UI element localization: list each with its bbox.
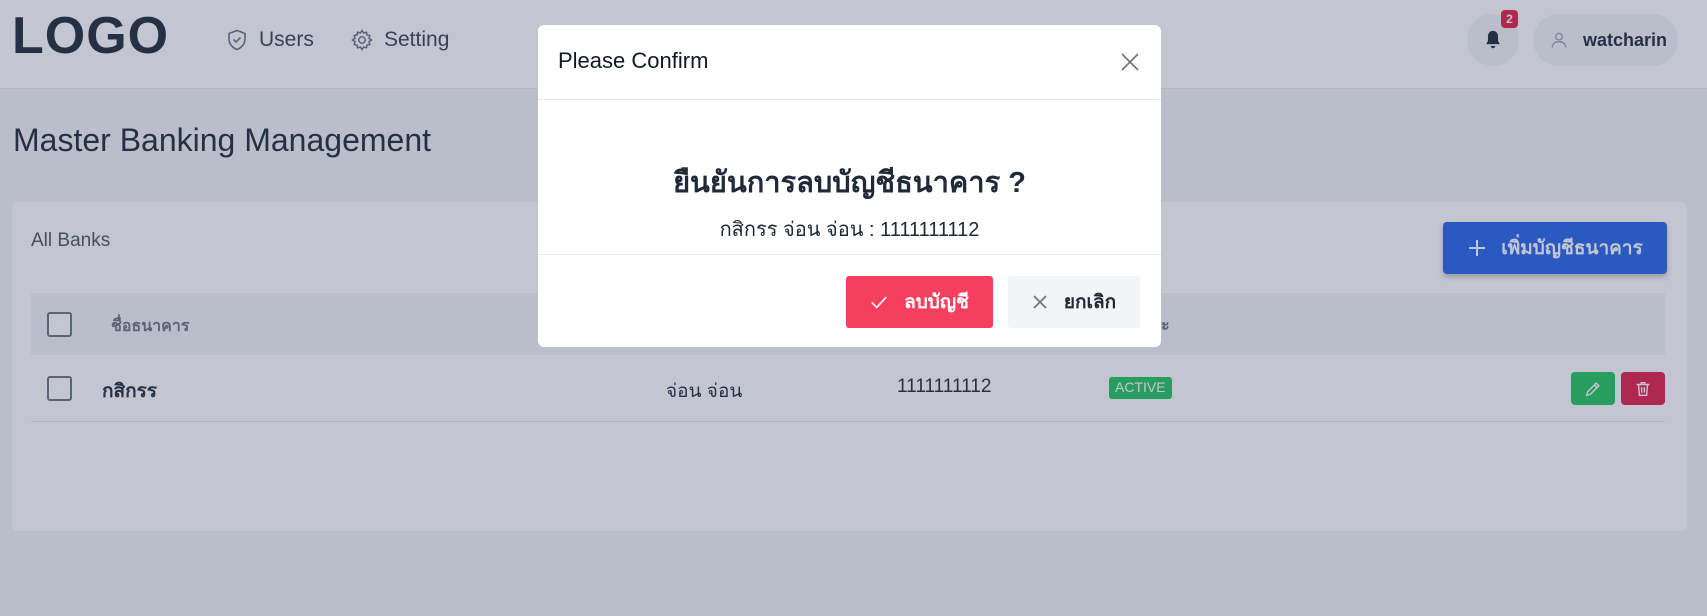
dialog-footer: ลบบัญชี ยกเลิก — [538, 254, 1161, 347]
dialog-detail: กสิกรร จ่อน จ่อน : 1111111112 — [719, 219, 980, 241]
confirm-dialog: Please Confirm ยืนยันการลบบัญชีธนาคาร ? … — [538, 25, 1161, 347]
cancel-button[interactable]: ยกเลิก — [1008, 276, 1140, 328]
dialog-title: Please Confirm — [558, 48, 709, 73]
dialog-body: ยืนยันการลบบัญชีธนาคาร ? กสิกรร จ่อน จ่อ… — [538, 101, 1161, 255]
dialog-header: Please Confirm — [538, 25, 1161, 100]
cancel-label: ยกเลิก — [1063, 292, 1117, 313]
check-icon — [871, 296, 887, 309]
confirm-delete-button[interactable]: ลบบัญชี — [846, 276, 993, 328]
close-icon[interactable] — [1118, 50, 1142, 74]
confirm-delete-label: ลบบัญชี — [904, 292, 969, 313]
dialog-question: ยืนยันการลบบัญชีธนาคาร ? — [673, 167, 1026, 199]
close-icon — [1033, 295, 1047, 309]
